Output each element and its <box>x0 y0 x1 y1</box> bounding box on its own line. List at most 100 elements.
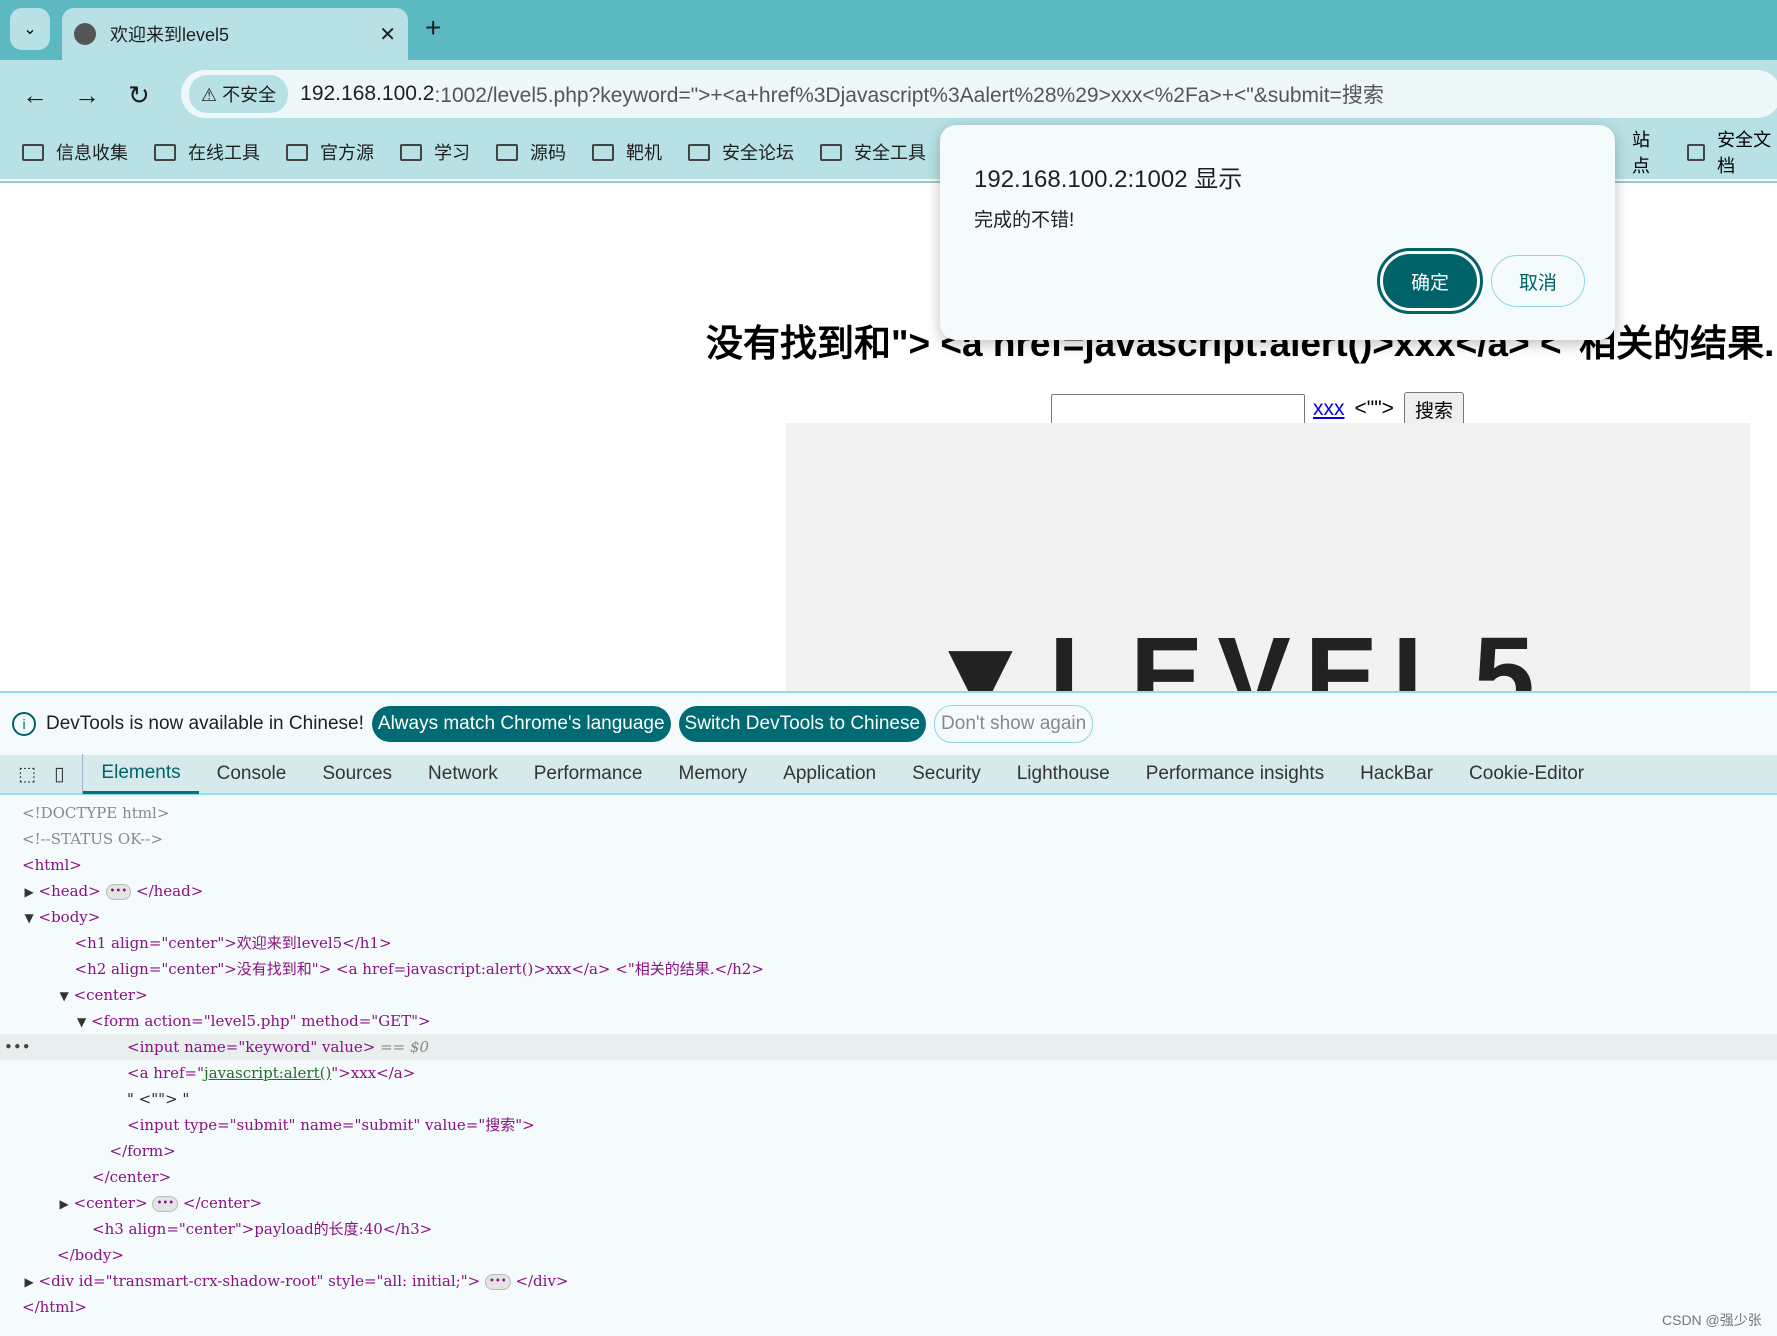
devtools-tab[interactable]: Cookie-Editor <box>1451 754 1602 794</box>
folder-icon <box>1687 143 1706 161</box>
code-token: <head> <box>38 882 101 900</box>
device-toolbar-icon[interactable]: ▯ <box>54 754 84 794</box>
bookmark-folder[interactable]: 安全工具 <box>820 139 926 165</box>
back-button[interactable]: ← <box>22 80 48 111</box>
devtools-tab[interactable]: Console <box>199 754 305 794</box>
href-link[interactable]: javascript:alert() <box>204 1064 331 1082</box>
dom-node-line[interactable]: </form> <box>0 1138 1777 1164</box>
bookmark-label: 站点 <box>1632 130 1650 176</box>
new-tab-button[interactable]: + <box>425 12 441 44</box>
devtools-tab[interactable]: HackBar <box>1342 754 1451 794</box>
code-token: </center> <box>92 1168 172 1186</box>
ellipsis-button[interactable]: ••• <box>105 884 132 900</box>
keyword-input[interactable] <box>1051 393 1305 425</box>
bookmark-folder[interactable]: 靶机 <box>592 139 662 165</box>
expand-triangle-icon[interactable]: ▶ <box>60 1191 74 1217</box>
dom-node-line[interactable]: ▶ <center> ••• </center> <box>0 1190 1777 1216</box>
match-language-button[interactable]: Always match Chrome's language <box>371 706 671 742</box>
bookmark-label: 学习 <box>434 143 470 163</box>
search-button[interactable]: 搜索 <box>1403 392 1464 426</box>
level5-logo: ▼LEVEL5 <box>926 615 1549 691</box>
browser-tab[interactable]: 欢迎来到level5 ✕ <box>62 8 408 60</box>
bookmark-folder[interactable]: 安全论坛 <box>688 139 794 165</box>
dom-node-line[interactable]: " <""> " <box>0 1086 1777 1112</box>
bookmark-folder[interactable]: 学习 <box>400 139 470 165</box>
dom-node-line[interactable]: <a href="javascript:alert()">xxx</a> <box>0 1060 1777 1086</box>
dom-node-line[interactable]: <h2 align="center">没有找到和"> <a href=javas… <box>0 956 1777 982</box>
bookmark-folder[interactable]: 安全文档 <box>1687 126 1773 178</box>
dom-node-line[interactable]: ▼ <body> <box>0 904 1777 930</box>
tab-title: 欢迎来到level5 <box>110 25 230 45</box>
dom-node-line[interactable]: <!--STATUS OK--> <box>0 826 1777 852</box>
bookmark-label: 安全论坛 <box>722 143 794 163</box>
bookmark-label: 靶机 <box>626 143 662 163</box>
url-host: 192.168.100.2 <box>300 82 435 105</box>
bookmark-label: 信息收集 <box>56 143 128 163</box>
devtools-tab[interactable]: Application <box>765 754 894 794</box>
bookmark-label: 安全文档 <box>1717 130 1772 176</box>
xxx-link[interactable]: xxx <box>1313 397 1345 421</box>
code-token: <html> <box>22 856 82 874</box>
dom-node-line[interactable]: </center> <box>0 1164 1777 1190</box>
ok-button[interactable]: 确定 <box>1377 248 1483 314</box>
bookmark-folder[interactable]: 源码 <box>496 139 566 165</box>
devtools-tab[interactable]: Lighthouse <box>999 754 1128 794</box>
dom-node-line[interactable]: </html> <box>0 1294 1777 1320</box>
devtools-tab[interactable]: Performance <box>516 754 661 794</box>
collapse-triangle-icon[interactable]: ▼ <box>25 905 39 931</box>
bookmark-folder[interactable]: 站点 <box>1632 126 1661 178</box>
devtools-tab[interactable]: Performance insights <box>1128 754 1342 794</box>
ellipsis-button[interactable]: ••• <box>484 1274 511 1290</box>
folder-icon <box>154 143 176 161</box>
forward-button[interactable]: → <box>74 80 100 111</box>
dom-node-line[interactable]: ••• <input name="keyword" value> == $0 <box>0 1034 1777 1060</box>
collapse-triangle-icon[interactable]: ▼ <box>60 983 74 1009</box>
collapse-triangle-icon[interactable]: ▼ <box>77 1009 91 1035</box>
dom-node-line[interactable]: </body> <box>0 1242 1777 1268</box>
bookmark-folder[interactable]: 官方源 <box>286 139 374 165</box>
cancel-button[interactable]: 取消 <box>1491 255 1585 307</box>
dom-node-line[interactable]: <input type="submit" name="submit" value… <box>0 1112 1777 1138</box>
search-form: xxx <""> 搜索 <box>1051 392 1464 426</box>
expand-triangle-icon[interactable]: ▶ <box>25 879 39 905</box>
bookmark-label: 源码 <box>530 143 566 163</box>
dom-node-line[interactable]: <h3 align="center">payload的长度:40</h3> <box>0 1216 1777 1242</box>
dom-node-line[interactable]: <h1 align="center">欢迎来到level5</h1> <box>0 930 1777 956</box>
close-tab-icon[interactable]: ✕ <box>379 22 396 47</box>
bookmark-folder[interactable]: 信息收集 <box>22 139 128 165</box>
devtools-tab[interactable]: Elements <box>83 754 199 794</box>
dom-node-line[interactable]: <!DOCTYPE html> <box>0 800 1777 826</box>
more-options-icon[interactable]: ••• <box>4 1034 31 1060</box>
bookmark-folder[interactable]: 在线工具 <box>154 139 260 165</box>
address-bar[interactable]: ⚠ 不安全 192.168.100.2:1002/level5.php?keyw… <box>181 70 1777 118</box>
folder-icon <box>286 143 308 161</box>
alert-dialog: 192.168.100.2:1002 显示 完成的不错! 确定 取消 <box>940 125 1615 340</box>
url-path: :1002/level5.php?keyword=">+<a+href%3Dja… <box>434 84 1384 107</box>
bookmarks-bar: 信息收集 在线工具 官方源 学习 源码 靶机 安全论坛 安全工具 <box>0 132 930 172</box>
devtools-tab[interactable]: Network <box>410 754 516 794</box>
switch-chinese-button[interactable]: Switch DevTools to Chinese <box>678 706 927 742</box>
code-token: <!DOCTYPE html> <box>22 804 170 822</box>
dom-node-line[interactable]: ▶ <div id="transmart-crx-shadow-root" sty… <box>0 1268 1777 1294</box>
code-token: <h1 align="center">欢迎来到level5</h1> <box>74 934 392 952</box>
bookmark-label: 在线工具 <box>188 143 260 163</box>
code-token: <h2 align="center">没有找到和"> <a href=javas… <box>74 960 764 978</box>
devtools-tab[interactable]: Sources <box>304 754 410 794</box>
dont-show-again-button[interactable]: Don't show again <box>934 705 1094 743</box>
dom-node-line[interactable]: ▼ <form action="level5.php" method="GET"> <box>0 1008 1777 1034</box>
tab-search-button[interactable]: ⌄ <box>10 8 50 50</box>
devtools-tab[interactable]: Memory <box>661 754 766 794</box>
ellipsis-button[interactable]: ••• <box>152 1196 179 1212</box>
security-chip[interactable]: ⚠ 不安全 <box>189 75 289 113</box>
dom-node-line[interactable]: ▶ <head> ••• </head> <box>0 878 1777 904</box>
devtools-tab[interactable]: Security <box>894 754 999 794</box>
expand-triangle-icon[interactable]: ▶ <box>25 1269 39 1295</box>
devtools-tabbar: ⬚ ▯ Elements Console Sources Network Perform… <box>0 754 1777 795</box>
reload-button[interactable]: ↻ <box>128 80 150 111</box>
code-token: <!--STATUS OK--> <box>22 830 164 848</box>
dom-node-line[interactable]: <html> <box>0 852 1777 878</box>
watermark: CSDN @强少张 <box>1662 1312 1762 1328</box>
folder-icon <box>820 143 842 161</box>
inspect-element-icon[interactable]: ⬚ <box>0 754 54 794</box>
dom-node-line[interactable]: ▼ <center> <box>0 982 1777 1008</box>
